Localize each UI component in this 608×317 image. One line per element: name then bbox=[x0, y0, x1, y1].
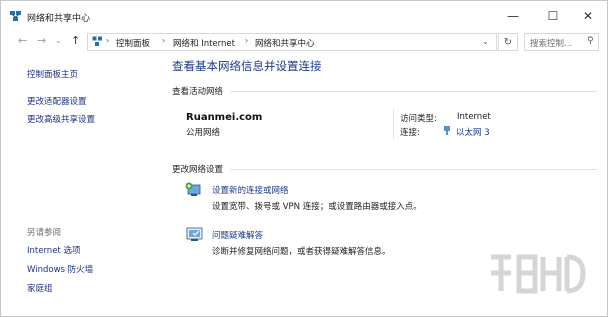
network-center-icon bbox=[9, 10, 22, 25]
sidebar-link-change-adapter-settings[interactable]: 更改适配器设置 bbox=[27, 95, 87, 107]
network-name: Ruanmei.com bbox=[186, 112, 263, 123]
see-also-label: 另请参阅 bbox=[27, 228, 62, 238]
network-type-link[interactable]: 公用网络 bbox=[186, 126, 220, 138]
search-placeholder: 搜索控制... bbox=[530, 39, 573, 49]
search-input[interactable]: 搜索控制... ⚲ bbox=[524, 33, 599, 51]
back-arrow-icon[interactable]: ← bbox=[18, 34, 27, 47]
divider bbox=[230, 91, 597, 92]
breadcrumb-separator-icon: › bbox=[245, 36, 249, 45]
divider bbox=[230, 169, 597, 170]
change-settings-label: 更改网络设置 bbox=[172, 165, 224, 175]
sidebar-link-advanced-sharing-settings[interactable]: 更改高级共享设置 bbox=[27, 113, 95, 125]
watermark-logo-icon bbox=[491, 254, 586, 294]
new-connection-icon bbox=[185, 182, 205, 203]
see-also-homegroup[interactable]: 家庭组 bbox=[27, 282, 53, 294]
troubleshoot-icon bbox=[186, 227, 204, 246]
close-icon: ✕ bbox=[582, 9, 594, 23]
breadcrumb-control-panel[interactable]: 控制面板 bbox=[116, 37, 150, 49]
active-networks-label: 查看活动网络 bbox=[172, 87, 224, 97]
refresh-button[interactable]: ↻ bbox=[498, 33, 518, 51]
breadcrumb-separator-icon: › bbox=[106, 36, 110, 45]
control-panel-icon bbox=[92, 36, 103, 50]
breadcrumb-network-sharing-center[interactable]: 网络和共享中心 bbox=[255, 37, 315, 49]
window-title: 网络和共享中心 bbox=[27, 14, 91, 24]
breadcrumb-network-internet[interactable]: 网络和 Internet bbox=[173, 37, 235, 49]
troubleshoot-problems-link[interactable]: 问题疑难解答 bbox=[212, 229, 263, 241]
setup-new-connection-link[interactable]: 设置新的连接或网络 bbox=[212, 184, 289, 196]
ethernet-icon bbox=[443, 125, 451, 139]
troubleshoot-problems-description: 诊断并修复网络问题，或者获得疑难解答信息。 bbox=[212, 247, 391, 257]
refresh-icon: ↻ bbox=[503, 36, 513, 48]
access-type-label: 访问类型: bbox=[400, 114, 437, 124]
page-title: 查看基本网络信息并设置连接 bbox=[172, 59, 322, 73]
minimize-button[interactable]: — bbox=[498, 6, 528, 26]
setup-new-connection-description: 设置宽带、拨号或 VPN 连接；或设置路由器或接入点。 bbox=[212, 202, 422, 212]
maximize-icon: ☐ bbox=[547, 9, 559, 23]
access-type-value: Internet bbox=[457, 112, 491, 122]
see-also-windows-firewall[interactable]: Windows 防火墙 bbox=[27, 263, 93, 275]
breadcrumb-separator-icon: › bbox=[162, 36, 166, 45]
sidebar-link-control-panel-home[interactable]: 控制面板主页 bbox=[27, 68, 78, 80]
address-dropdown-chevron-icon[interactable]: ⌄ bbox=[482, 37, 489, 46]
forward-arrow-icon[interactable]: → bbox=[37, 34, 46, 47]
recent-chevron-down-icon[interactable]: ⌄ bbox=[55, 36, 62, 45]
title-bar: 网络和共享中心 — ☐ ✕ bbox=[1, 1, 607, 31]
window: 网络和共享中心 — ☐ ✕ ← → ⌄ ↑ › 控制面板 › 网络和 Inter… bbox=[0, 0, 608, 317]
minimize-icon: — bbox=[507, 9, 519, 23]
search-icon: ⚲ bbox=[587, 36, 594, 46]
close-button[interactable]: ✕ bbox=[573, 6, 603, 26]
address-bar[interactable]: › 控制面板 › 网络和 Internet › 网络和共享中心 ⌄ bbox=[87, 33, 497, 51]
divider bbox=[393, 109, 394, 139]
up-arrow-icon[interactable]: ↑ bbox=[71, 34, 80, 47]
maximize-button[interactable]: ☐ bbox=[538, 6, 568, 26]
connection-ethernet-link[interactable]: 以太网 3 bbox=[456, 126, 490, 138]
see-also-internet-options[interactable]: Internet 选项 bbox=[27, 244, 80, 256]
connection-label: 连接: bbox=[400, 128, 420, 138]
